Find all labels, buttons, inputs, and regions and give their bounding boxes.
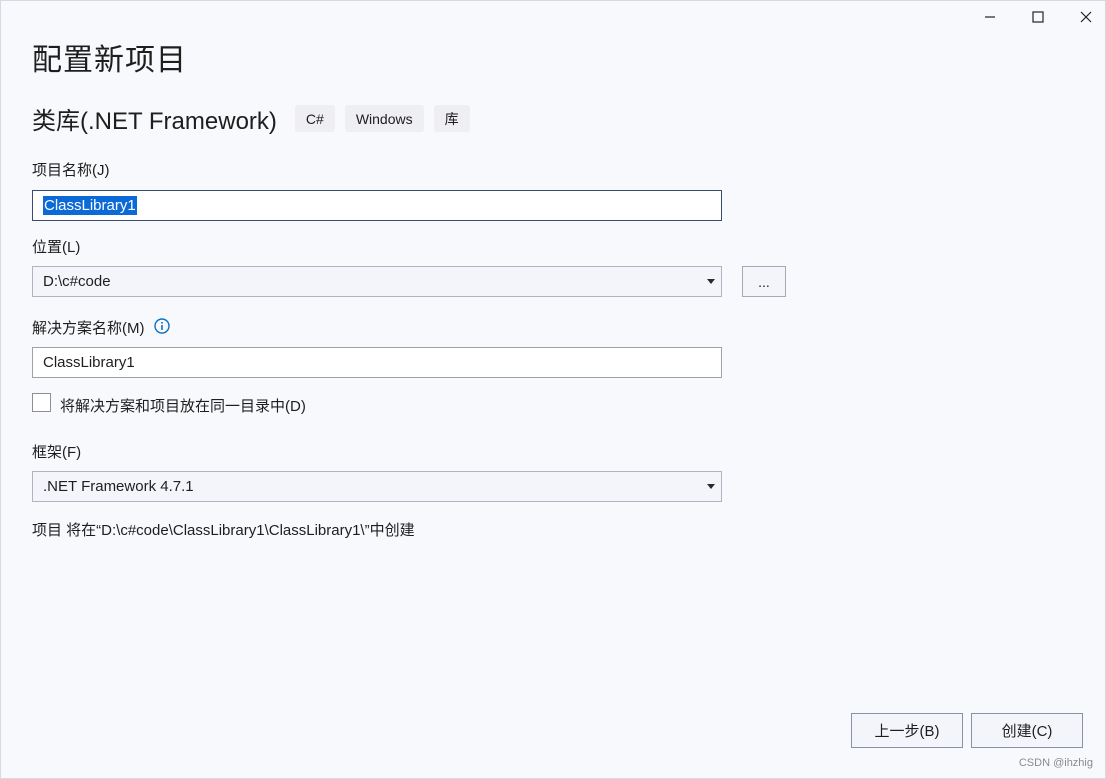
solution-name-value: ClassLibrary1 (43, 354, 135, 371)
location-value: D:\c#code (43, 273, 111, 290)
template-header: 类库(.NET Framework) C# Windows 库 (32, 101, 480, 136)
back-button[interactable]: 上一步(B) (851, 713, 963, 748)
tag-platform: Windows (344, 105, 424, 132)
project-name-value: ClassLibrary1 (43, 196, 137, 215)
path-note: 项目 将在“D:\c#code\ClassLibrary1\ClassLibra… (32, 522, 415, 539)
tag-type: 库 (433, 105, 470, 132)
page-title: 配置新项目 (32, 44, 187, 77)
browse-button[interactable]: ... (742, 266, 786, 297)
same-directory-checkbox[interactable] (32, 393, 51, 412)
create-button[interactable]: 创建(C) (971, 713, 1083, 748)
framework-label: 框架(F) (32, 444, 82, 461)
info-icon[interactable] (154, 318, 170, 334)
maximize-icon (1032, 11, 1044, 23)
dialog-window: 配置新项目 类库(.NET Framework) C# Windows 库 项目… (0, 0, 1106, 779)
location-combobox[interactable]: D:\c#code (32, 266, 722, 297)
project-name-input[interactable]: ClassLibrary1 (32, 190, 722, 221)
solution-name-input[interactable]: ClassLibrary1 (32, 347, 722, 378)
framework-combobox[interactable]: .NET Framework 4.7.1 (32, 471, 722, 502)
solution-name-label: 解决方案名称(M) (32, 320, 145, 337)
chevron-down-icon (707, 279, 715, 284)
tag-language: C# (294, 105, 335, 132)
minimize-button[interactable] (967, 1, 1013, 33)
template-name: 类库(.NET Framework) (32, 108, 277, 135)
close-button[interactable] (1063, 1, 1106, 33)
location-label: 位置(L) (32, 239, 81, 256)
close-icon (1080, 11, 1092, 23)
same-directory-label: 将解决方案和项目放在同一目录中(D) (60, 398, 306, 415)
minimize-icon (985, 16, 995, 18)
project-name-label: 项目名称(J) (32, 162, 110, 179)
maximize-button[interactable] (1015, 1, 1061, 33)
framework-value: .NET Framework 4.7.1 (43, 478, 194, 495)
chevron-down-icon (707, 484, 715, 489)
watermark: CSDN @ihzhig (1018, 757, 1093, 769)
